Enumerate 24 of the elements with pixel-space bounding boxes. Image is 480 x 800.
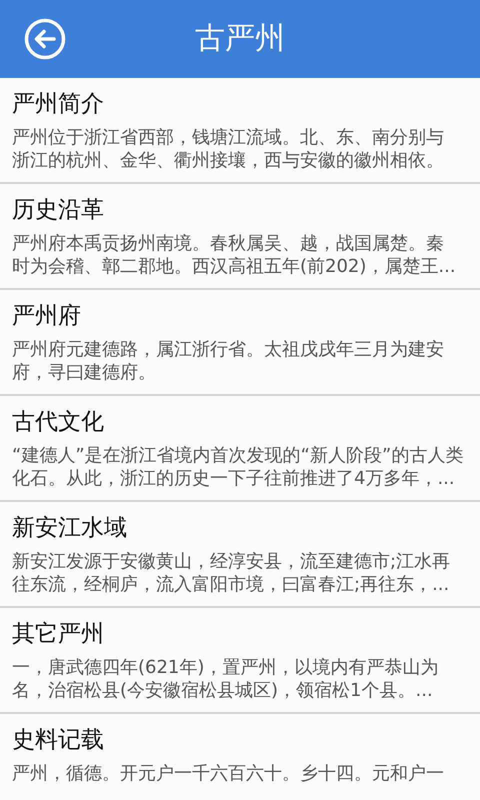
item-description: 严州，循德。开元户一千六百六十。乡十四。元和户一 bbox=[12, 762, 444, 785]
item-description: 严州府本禹贡扬州南境。春秋属吴、越，战国属楚。秦 时为会稽、鄣二郡地。西汉高祖五年(前202)，属楚王... bbox=[12, 232, 456, 278]
item-title: 其它严州 bbox=[12, 620, 104, 649]
item-title: 严州简介 bbox=[12, 90, 104, 119]
item-title: 历史沿革 bbox=[12, 196, 104, 225]
item-description: 一，唐武德四年(621年)，置严州，以境内有严恭山为 名，治宿松县(今安徽宿松县城区)，领宿松1个县。... bbox=[12, 656, 438, 702]
list-item[interactable]: 严州简介 严州位于浙江省西部，钱塘江流域。北、东、南分别与 浙江的杭州、金华、衢州接壤，西与安徽的徽州相依。 bbox=[0, 78, 480, 184]
item-title: 严州府 bbox=[12, 302, 81, 331]
back-icon bbox=[24, 18, 66, 60]
list-item[interactable]: 其它严州 一，唐武德四年(621年)，置严州，以境内有严恭山为 名，治宿松县(今安徽宿松县城区)，领宿松1个县。... bbox=[0, 608, 480, 714]
list-item[interactable]: 新安江水域 新安江发源于安徽黄山，经淳安县，流至建德市;江水再 往东流，经桐庐，流入富阳市境，曰富春江;再往东，... bbox=[0, 502, 480, 608]
list-item[interactable]: 严州府 严州府元建德路，属江浙行省。太祖戊戌年三月为建安 府，寻曰建德府。 bbox=[0, 290, 480, 396]
screen-title: 古严州 bbox=[195, 24, 285, 54]
list-item[interactable]: 史料记载 严州，循德。开元户一千六百六十。乡十四。元和户一 bbox=[0, 714, 480, 800]
item-description: “建德人”是在浙江省境内首次发现的“新人阶段”的古人类 化石。从此，浙江的历史一下子往前推进了4万多年，... bbox=[12, 444, 464, 490]
item-description: 新安江发源于安徽黄山，经淳安县，流至建德市;江水再 往东流，经桐庐，流入富阳市境，曰富春江;再往东，... bbox=[12, 550, 450, 596]
item-title: 新安江水域 bbox=[12, 514, 127, 543]
item-title: 古代文化 bbox=[12, 408, 104, 437]
list-item[interactable]: 古代文化 “建德人”是在浙江省境内首次发现的“新人阶段”的古人类 化石。从此，浙江的历史一下子往前推进了4万多年，... bbox=[0, 396, 480, 502]
list-item[interactable]: 历史沿革 严州府本禹贡扬州南境。春秋属吴、越，战国属楚。秦 时为会稽、鄣二郡地。西汉高祖五年(前202)，属楚王... bbox=[0, 184, 480, 290]
item-description: 严州府元建德路，属江浙行省。太祖戊戌年三月为建安 府，寻曰建德府。 bbox=[12, 338, 444, 384]
back-button[interactable] bbox=[24, 18, 66, 60]
item-description: 严州位于浙江省西部，钱塘江流域。北、东、南分别与 浙江的杭州、金华、衢州接壤，西与安徽的徽州相依。 bbox=[12, 126, 444, 172]
item-title: 史料记载 bbox=[12, 726, 104, 755]
